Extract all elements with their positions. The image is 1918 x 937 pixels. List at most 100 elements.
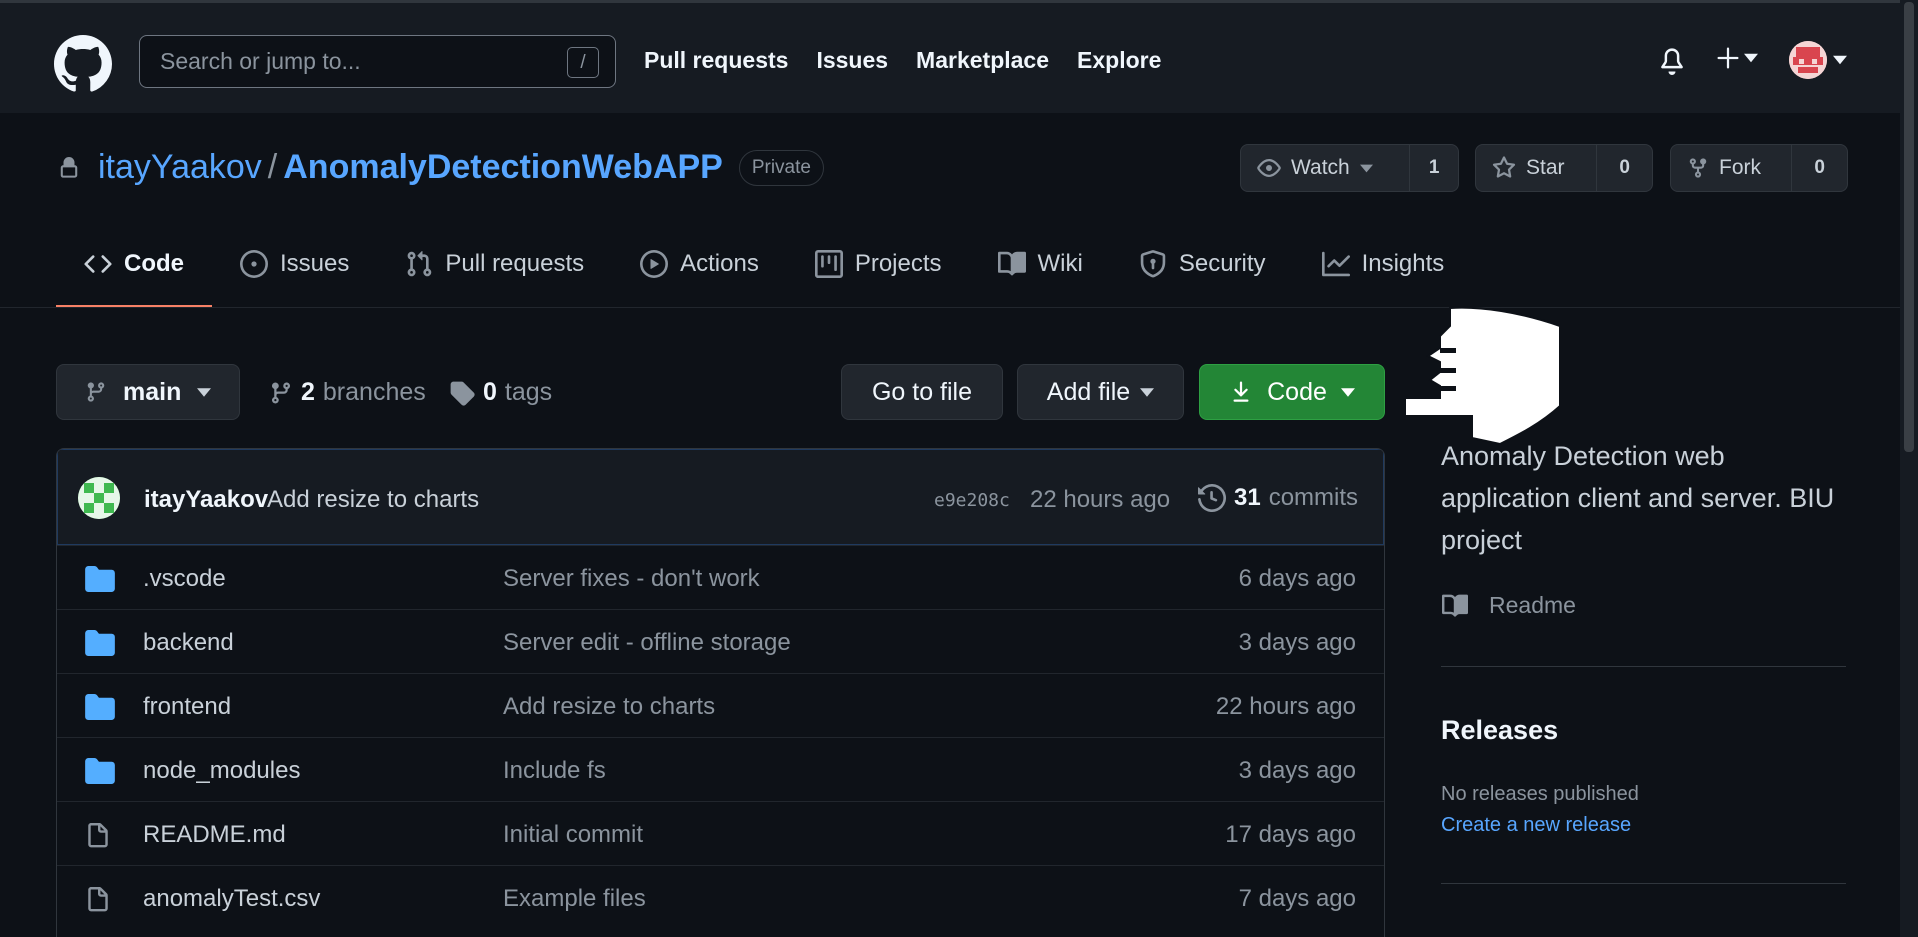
file-row[interactable]: anomalyTest.csv Example files 7 days ago	[57, 865, 1384, 929]
file-icon	[88, 887, 108, 912]
branches-link[interactable]: 2 branches	[269, 378, 426, 407]
fork-count[interactable]: 0	[1791, 145, 1847, 191]
create-new-menu[interactable]	[1716, 46, 1758, 70]
no-releases-text: No releases published	[1441, 783, 1639, 805]
commits-label: commits	[1268, 484, 1359, 511]
readme-label: Readme	[1489, 592, 1576, 618]
file-commit-message[interactable]: Server edit - offline storage	[503, 629, 791, 657]
readme-link[interactable]: Readme	[1441, 592, 1576, 619]
git-branch-icon	[271, 382, 290, 404]
file-row[interactable]: backend Server edit - offline storage 3 …	[57, 609, 1384, 673]
file-commit-time: 7 days ago	[1238, 885, 1356, 912]
file-row[interactable]: .vscode Server fixes - don't work 6 days…	[57, 545, 1384, 609]
commit-message[interactable]: Add resize to charts	[267, 486, 479, 514]
nav-marketplace[interactable]: Marketplace	[916, 47, 1049, 74]
file-row[interactable]: frontend Add resize to charts 22 hours a…	[57, 673, 1384, 737]
file-name[interactable]: README.md	[143, 821, 286, 849]
create-release-link[interactable]: Create a new release	[1441, 814, 1631, 837]
branch-name: main	[123, 377, 182, 406]
caret-down-icon	[197, 387, 212, 397]
star-count[interactable]: 0	[1596, 145, 1652, 191]
file-commit-message[interactable]: Server fixes - don't work	[503, 565, 760, 593]
pull-request-icon	[407, 251, 432, 277]
avatar	[1789, 41, 1827, 79]
search-input[interactable]	[160, 36, 560, 87]
book-icon	[1442, 594, 1469, 617]
repo-title: itayYaakov / AnomalyDetectionWebAPP Priv…	[58, 148, 824, 187]
code-button-label: Code	[1267, 377, 1327, 406]
fork-button-group: Fork 0	[1670, 144, 1848, 192]
tags-link[interactable]: 0 tags	[449, 378, 552, 407]
sidebar-divider	[1441, 883, 1846, 884]
lock-icon	[60, 156, 78, 178]
code-download-button[interactable]: Code	[1199, 364, 1385, 420]
nav-explore[interactable]: Explore	[1077, 47, 1161, 74]
add-file-label: Add file	[1046, 377, 1131, 406]
latest-commit-bar: itayYaakov Add resize to charts e9e208c …	[57, 449, 1384, 545]
tab-pull-requests[interactable]: Pull requests	[377, 244, 612, 308]
tab-issues[interactable]: Issues	[212, 244, 377, 308]
user-menu[interactable]	[1789, 41, 1847, 79]
history-icon	[1198, 484, 1226, 512]
file-name[interactable]: backend	[143, 629, 234, 657]
play-icon	[640, 250, 669, 278]
file-name[interactable]: anomalyTest.csv	[143, 885, 320, 913]
tab-wiki[interactable]: Wiki	[970, 244, 1111, 308]
file-commit-time: 3 days ago	[1238, 629, 1356, 656]
file-name[interactable]: node_modules	[143, 757, 300, 785]
branch-selector[interactable]: main	[56, 364, 240, 420]
notifications-bell-icon[interactable]	[1658, 46, 1686, 76]
tags-count: 0	[483, 378, 497, 406]
scrollbar-thumb[interactable]	[1904, 2, 1914, 452]
global-header: / Pull requests Issues Marketplace Explo…	[0, 0, 1918, 113]
folder-icon	[85, 630, 115, 656]
tab-security[interactable]: Security	[1111, 244, 1294, 308]
tabs-divider	[0, 307, 1918, 308]
hand-cursor-icon	[1400, 306, 1565, 446]
tab-code[interactable]: Code	[56, 244, 212, 308]
releases-heading[interactable]: Releases	[1441, 715, 1558, 746]
project-icon	[814, 250, 843, 278]
file-commit-time: 22 hours ago	[1215, 693, 1356, 720]
repo-owner-link[interactable]: itayYaakov	[98, 148, 262, 187]
file-commit-message[interactable]: Example files	[503, 885, 646, 913]
repo-name-link[interactable]: AnomalyDetectionWebAPP	[283, 148, 723, 187]
tab-projects[interactable]: Projects	[787, 244, 970, 308]
add-file-button[interactable]: Add file	[1017, 364, 1184, 420]
search-shortcut-key: /	[567, 47, 599, 78]
github-logo-icon[interactable]	[54, 35, 112, 93]
star-button[interactable]: Star	[1476, 145, 1596, 191]
file-commit-message[interactable]: Include fs	[503, 757, 606, 785]
commit-author[interactable]: itayYaakov	[144, 486, 268, 514]
file-commit-time: 3 days ago	[1238, 757, 1356, 784]
file-name[interactable]: .vscode	[143, 565, 226, 593]
global-search[interactable]: /	[139, 35, 616, 88]
commit-sha[interactable]: e9e208c	[934, 490, 1010, 511]
nav-issues[interactable]: Issues	[816, 47, 888, 74]
file-row[interactable]: node_modules Include fs 3 days ago	[57, 737, 1384, 801]
tags-label: tags	[504, 378, 553, 406]
visibility-badge: Private	[738, 149, 824, 186]
graph-icon	[1321, 251, 1350, 277]
caret-down-icon	[1744, 53, 1758, 63]
watch-button[interactable]: Watch	[1241, 145, 1409, 191]
tab-insights[interactable]: Insights	[1294, 244, 1473, 308]
file-commit-message[interactable]: Add resize to charts	[503, 693, 715, 721]
commits-history-link[interactable]: 31 commits	[1198, 484, 1358, 512]
nav-pull-requests[interactable]: Pull requests	[644, 47, 788, 74]
fork-button[interactable]: Fork	[1671, 145, 1791, 191]
file-row[interactable]: README.md Initial commit 17 days ago	[57, 801, 1384, 865]
commit-author-avatar[interactable]	[78, 477, 120, 519]
caret-down-icon	[1359, 164, 1373, 172]
tab-actions[interactable]: Actions	[612, 244, 787, 308]
shield-icon	[1140, 250, 1166, 278]
file-name[interactable]: frontend	[143, 693, 231, 721]
file-commit-time: 17 days ago	[1225, 821, 1356, 848]
commit-time: 22 hours ago	[1030, 486, 1171, 513]
go-to-file-button[interactable]: Go to file	[841, 364, 1003, 420]
plus-icon	[1717, 47, 1739, 69]
watch-count[interactable]: 1	[1409, 145, 1458, 191]
caret-down-icon	[1340, 387, 1355, 397]
file-commit-message[interactable]: Initial commit	[503, 821, 643, 849]
star-icon	[1492, 156, 1516, 178]
